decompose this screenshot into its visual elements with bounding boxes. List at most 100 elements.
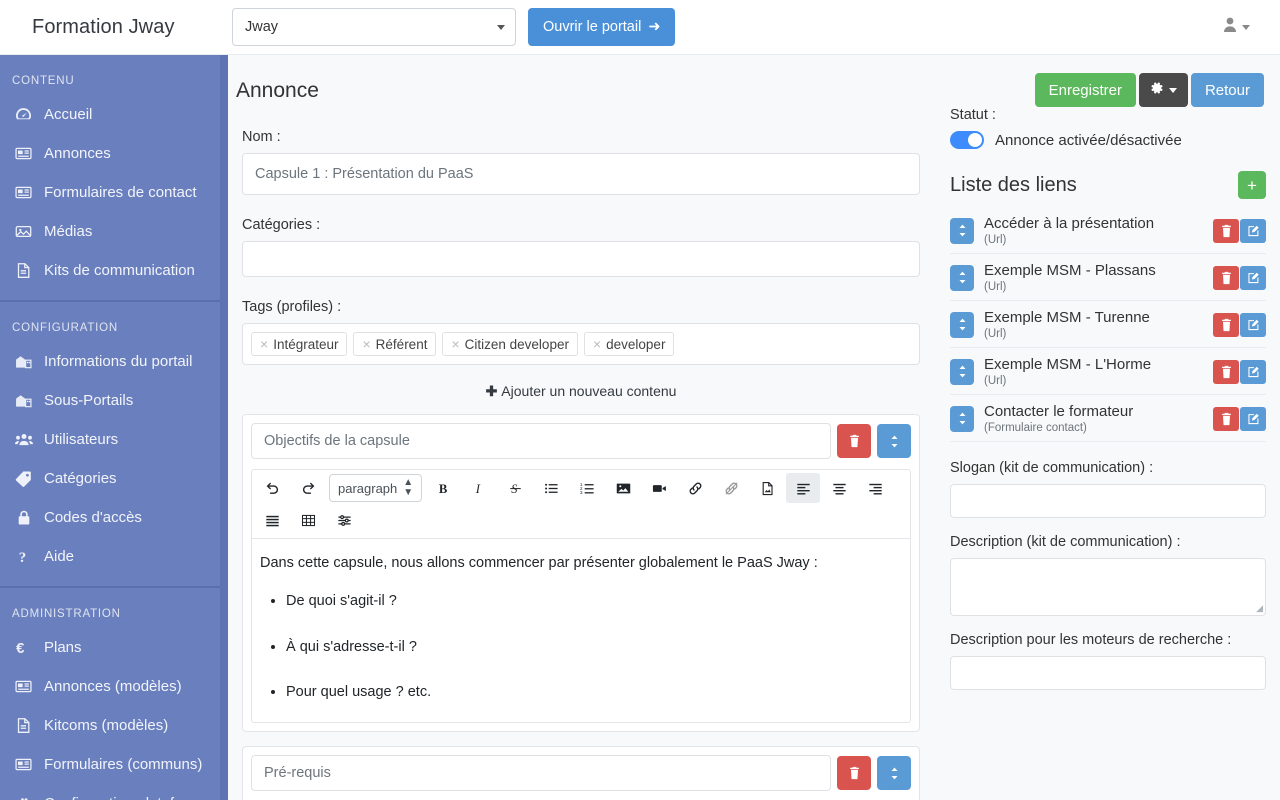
remove-tag-icon[interactable]: × (362, 337, 370, 351)
sidebar-item-formulaires-de-contact[interactable]: Formulaires de contact (0, 173, 220, 212)
links-list: Accéder à la présentation(Url)Exemple MS… (950, 207, 1266, 442)
sidebar-item-annonces[interactable]: Annonces (0, 134, 220, 173)
body-bullet-item: À qui s'adresse-t-il ? (286, 637, 902, 659)
tag-chip[interactable]: ×developer (584, 332, 674, 356)
save-button[interactable]: Enregistrer (1035, 73, 1136, 107)
user-menu[interactable] (1223, 17, 1250, 37)
sidebar-item-informations-du-portail[interactable]: Informations du portail (0, 342, 220, 381)
body-bullet-list: De quoi s'agit-il ?À qui s'adresse-t-il … (260, 591, 902, 704)
sidebar-item-annonces-mod-les[interactable]: Annonces (modèles) (0, 667, 220, 706)
table-icon[interactable] (291, 505, 325, 535)
add-content-button[interactable]: ✚Ajouter un nouveau contenu (236, 383, 926, 400)
portal-select[interactable]: Jway (232, 8, 516, 46)
svg-text:B: B (439, 482, 448, 496)
redo-icon[interactable] (291, 473, 325, 503)
reorder-link-handle[interactable] (950, 265, 974, 291)
sidebar-item-kitcoms-mod-les[interactable]: Kitcoms (modèles) (0, 706, 220, 745)
sidebar-item-plans[interactable]: €Plans (0, 628, 220, 667)
image-icon[interactable] (606, 473, 640, 503)
seo-input[interactable] (950, 656, 1266, 690)
settings-dropdown-button[interactable] (1139, 73, 1188, 107)
bullet-list-icon[interactable] (534, 473, 568, 503)
delete-link-button[interactable] (1213, 407, 1239, 431)
back-button[interactable]: Retour (1191, 73, 1264, 107)
sliders-icon[interactable] (327, 505, 361, 535)
delete-link-button[interactable] (1213, 360, 1239, 384)
tag-chip[interactable]: ×Référent (353, 332, 436, 356)
add-link-button[interactable]: + (1238, 171, 1266, 199)
link-info: Accéder à la présentation(Url) (984, 215, 1203, 246)
sidebar-item-label: Kits de communication (44, 262, 195, 279)
unlink-icon[interactable] (714, 473, 748, 503)
sidebar-item-kits-de-communication[interactable]: Kits de communication (0, 251, 220, 290)
sidebar-item-m-dias[interactable]: Médias (0, 212, 220, 251)
delete-block-button[interactable] (837, 756, 871, 790)
content-block: Objectifs de la capsule paragraph▲▼ BIS 123… (242, 414, 920, 732)
remove-tag-icon[interactable]: × (593, 337, 601, 351)
edit-link-button[interactable] (1240, 266, 1266, 290)
link-type: (Url) (984, 234, 1203, 246)
link-name: Contacter le formateur (984, 403, 1203, 420)
slogan-input[interactable] (950, 484, 1266, 518)
name-input[interactable]: Capsule 1 : Présentation du PaaS (242, 153, 920, 195)
delete-link-button[interactable] (1213, 313, 1239, 337)
strikethrough-icon[interactable]: S (498, 473, 532, 503)
sidebar-item-aide[interactable]: ?Aide (0, 537, 220, 576)
undo-icon[interactable] (255, 473, 289, 503)
file-image-icon[interactable] (750, 473, 784, 503)
justify-icon[interactable] (255, 505, 289, 535)
content-block-body[interactable]: Dans cette capsule, nous allons commence… (251, 538, 911, 723)
edit-link-button[interactable] (1240, 360, 1266, 384)
format-select-value: paragraph (338, 481, 397, 496)
description-textarea[interactable]: ◢ (950, 558, 1266, 616)
sidebar-item-sous-portails[interactable]: Sous-Portails (0, 381, 220, 420)
link-icon[interactable] (678, 473, 712, 503)
link-type: (Url) (984, 375, 1203, 387)
tags-input[interactable]: ×Intégrateur×Référent×Citizen developer×… (242, 323, 920, 365)
align-right-icon[interactable] (858, 473, 892, 503)
reorder-link-handle[interactable] (950, 406, 974, 432)
edit-link-button[interactable] (1240, 313, 1266, 337)
form-column: Nom : Capsule 1 : Présentation du PaaS C… (236, 107, 926, 800)
remove-tag-icon[interactable]: × (451, 337, 459, 351)
video-icon[interactable] (642, 473, 676, 503)
sidebar-item-configuration-plateforme[interactable]: Configuration plateforme (0, 784, 220, 800)
edit-link-button[interactable] (1240, 219, 1266, 243)
sidebar-item-cat-gories[interactable]: Catégories (0, 459, 220, 498)
arrow-right-icon: ➜ (648, 19, 660, 35)
sidebar: CONTENUAccueilAnnoncesFormulaires de con… (0, 55, 220, 800)
italic-icon[interactable]: I (462, 473, 496, 503)
edit-link-button[interactable] (1240, 407, 1266, 431)
content-block-title-input[interactable]: Pré-requis (251, 755, 831, 791)
delete-link-button[interactable] (1213, 266, 1239, 290)
sidebar-edge (220, 55, 228, 800)
status-toggle[interactable] (950, 131, 984, 149)
svg-text:?: ? (18, 550, 25, 565)
sidebar-item-codes-d-acc-s[interactable]: Codes d'accès (0, 498, 220, 537)
format-select[interactable]: paragraph▲▼ (329, 474, 422, 502)
align-left-icon[interactable] (786, 473, 820, 503)
delete-block-button[interactable] (837, 424, 871, 458)
sidebar-item-utilisateurs[interactable]: Utilisateurs (0, 420, 220, 459)
open-portal-button[interactable]: Ouvrir le portail ➜ (528, 8, 675, 46)
tag-chip[interactable]: ×Citizen developer (442, 332, 578, 356)
bold-icon[interactable]: B (426, 473, 460, 503)
reorder-block-handle[interactable] (877, 424, 911, 458)
categories-input[interactable] (242, 241, 920, 277)
building-icon (14, 353, 33, 370)
reorder-link-handle[interactable] (950, 218, 974, 244)
sidebar-item-formulaires-communs[interactable]: Formulaires (communs) (0, 745, 220, 784)
status-label: Statut : (950, 107, 1266, 123)
numbered-list-icon[interactable]: 123 (570, 473, 604, 503)
tag-chip[interactable]: ×Intégrateur (251, 332, 347, 356)
content-block-title-input[interactable]: Objectifs de la capsule (251, 423, 831, 459)
delete-link-button[interactable] (1213, 219, 1239, 243)
align-center-icon[interactable] (822, 473, 856, 503)
reorder-link-handle[interactable] (950, 312, 974, 338)
sidebar-item-accueil[interactable]: Accueil (0, 95, 220, 134)
table-row: Accéder à la présentation(Url) (950, 207, 1266, 254)
resize-grip-icon[interactable]: ◢ (1256, 603, 1263, 614)
reorder-link-handle[interactable] (950, 359, 974, 385)
remove-tag-icon[interactable]: × (260, 337, 268, 351)
reorder-block-handle[interactable] (877, 756, 911, 790)
